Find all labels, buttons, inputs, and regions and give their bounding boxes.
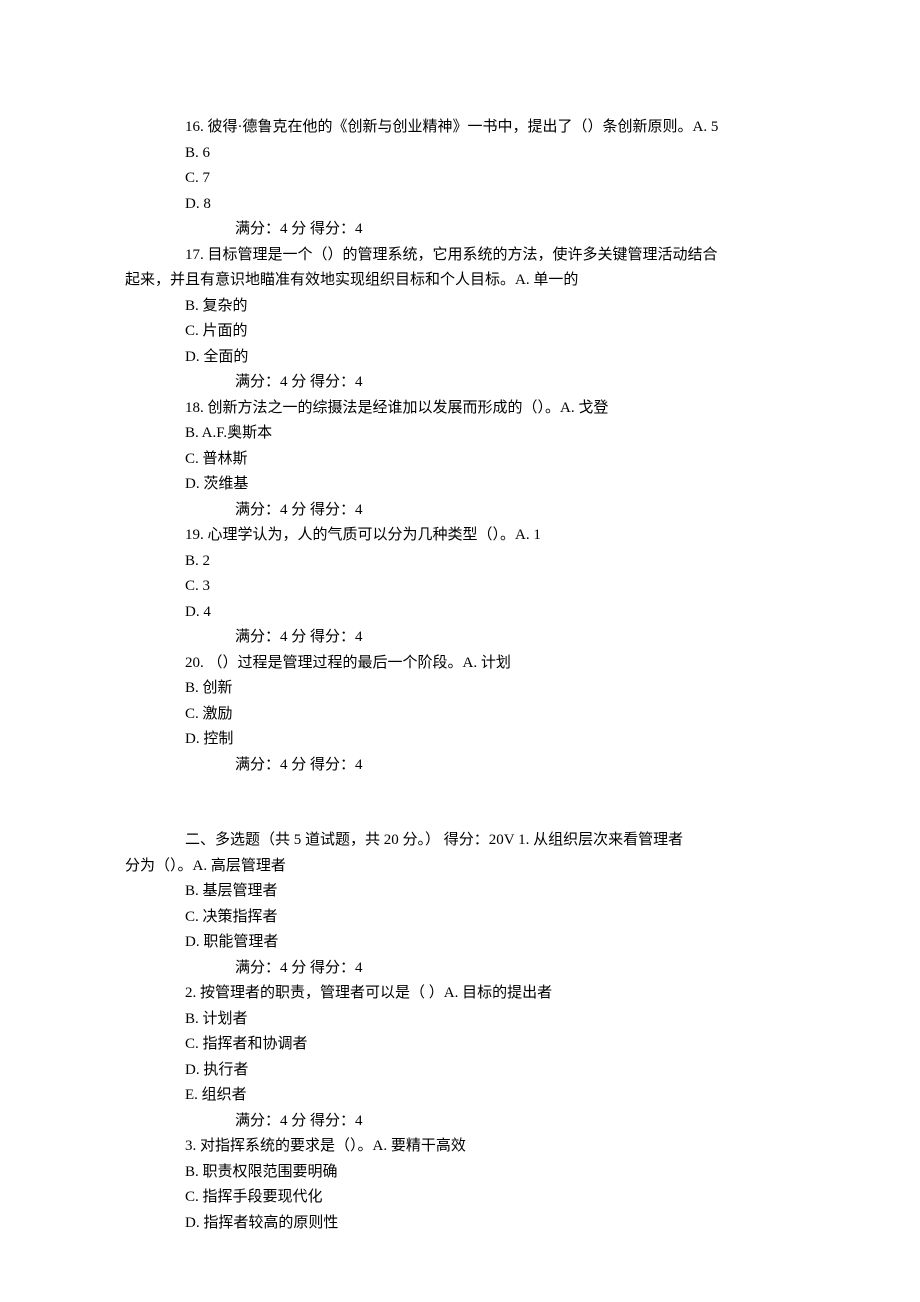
q16-score: 满分：4 分 得分：4 xyxy=(125,217,795,243)
q19-option-c: C. 3 xyxy=(125,574,795,600)
q19-score: 满分：4 分 得分：4 xyxy=(125,625,795,651)
q17-stem-1: 17. 目标管理是一个（）的管理系统，它用系统的方法，使许多关键管理活动结合 xyxy=(125,243,795,269)
q17-stem-2: 起来，并且有意识地瞄准有效地实现组织目标和个人目标。A. 单一的 xyxy=(125,268,795,294)
m2-score: 满分：4 分 得分：4 xyxy=(125,1109,795,1135)
document-page: 16. 彼得·德鲁克在他的《创新与创业精神》一书中，提出了（）条创新原则。A. … xyxy=(0,0,920,1296)
q19-option-b: B. 2 xyxy=(125,549,795,575)
m2-stem: 2. 按管理者的职责，管理者可以是（ ）A. 目标的提出者 xyxy=(125,981,795,1007)
m3-stem: 3. 对指挥系统的要求是（）。A. 要精干高效 xyxy=(125,1134,795,1160)
q16-stem: 16. 彼得·德鲁克在他的《创新与创业精神》一书中，提出了（）条创新原则。A. … xyxy=(125,115,795,141)
section2-header-2: 分为（）。A. 高层管理者 xyxy=(125,854,795,880)
m1-option-c: C. 决策指挥者 xyxy=(125,905,795,931)
m2-option-c: C. 指挥者和协调者 xyxy=(125,1032,795,1058)
m3-option-c: C. 指挥手段要现代化 xyxy=(125,1185,795,1211)
q18-score: 满分：4 分 得分：4 xyxy=(125,498,795,524)
q18-option-c: C. 普林斯 xyxy=(125,447,795,473)
section-gap xyxy=(125,803,795,828)
m2-option-e: E. 组织者 xyxy=(125,1083,795,1109)
m2-option-b: B. 计划者 xyxy=(125,1007,795,1033)
q20-stem: 20. （）过程是管理过程的最后一个阶段。A. 计划 xyxy=(125,651,795,677)
q18-stem: 18. 创新方法之一的综摄法是经谁加以发展而形成的（）。A. 戈登 xyxy=(125,396,795,422)
m1-option-d: D. 职能管理者 xyxy=(125,930,795,956)
q20-option-d: D. 控制 xyxy=(125,727,795,753)
q17-option-d: D. 全面的 xyxy=(125,345,795,371)
m3-option-d: D. 指挥者较高的原则性 xyxy=(125,1211,795,1237)
section-gap xyxy=(125,778,795,803)
section2-header-1: 二、多选题（共 5 道试题，共 20 分。） 得分：20V 1. 从组织层次来看… xyxy=(125,828,795,854)
q20-option-b: B. 创新 xyxy=(125,676,795,702)
q19-option-d: D. 4 xyxy=(125,600,795,626)
q20-option-c: C. 激励 xyxy=(125,702,795,728)
m2-option-d: D. 执行者 xyxy=(125,1058,795,1084)
q18-option-d: D. 茨维基 xyxy=(125,472,795,498)
q16-option-d: D. 8 xyxy=(125,192,795,218)
q16-option-b: B. 6 xyxy=(125,141,795,167)
q20-score: 满分：4 分 得分：4 xyxy=(125,753,795,779)
q17-score: 满分：4 分 得分：4 xyxy=(125,370,795,396)
q17-option-c: C. 片面的 xyxy=(125,319,795,345)
q19-stem: 19. 心理学认为，人的气质可以分为几种类型（）。A. 1 xyxy=(125,523,795,549)
m3-option-b: B. 职责权限范围要明确 xyxy=(125,1160,795,1186)
q17-option-b: B. 复杂的 xyxy=(125,294,795,320)
q16-option-c: C. 7 xyxy=(125,166,795,192)
m1-option-b: B. 基层管理者 xyxy=(125,879,795,905)
q18-option-b: B. A.F.奥斯本 xyxy=(125,421,795,447)
m1-score: 满分：4 分 得分：4 xyxy=(125,956,795,982)
